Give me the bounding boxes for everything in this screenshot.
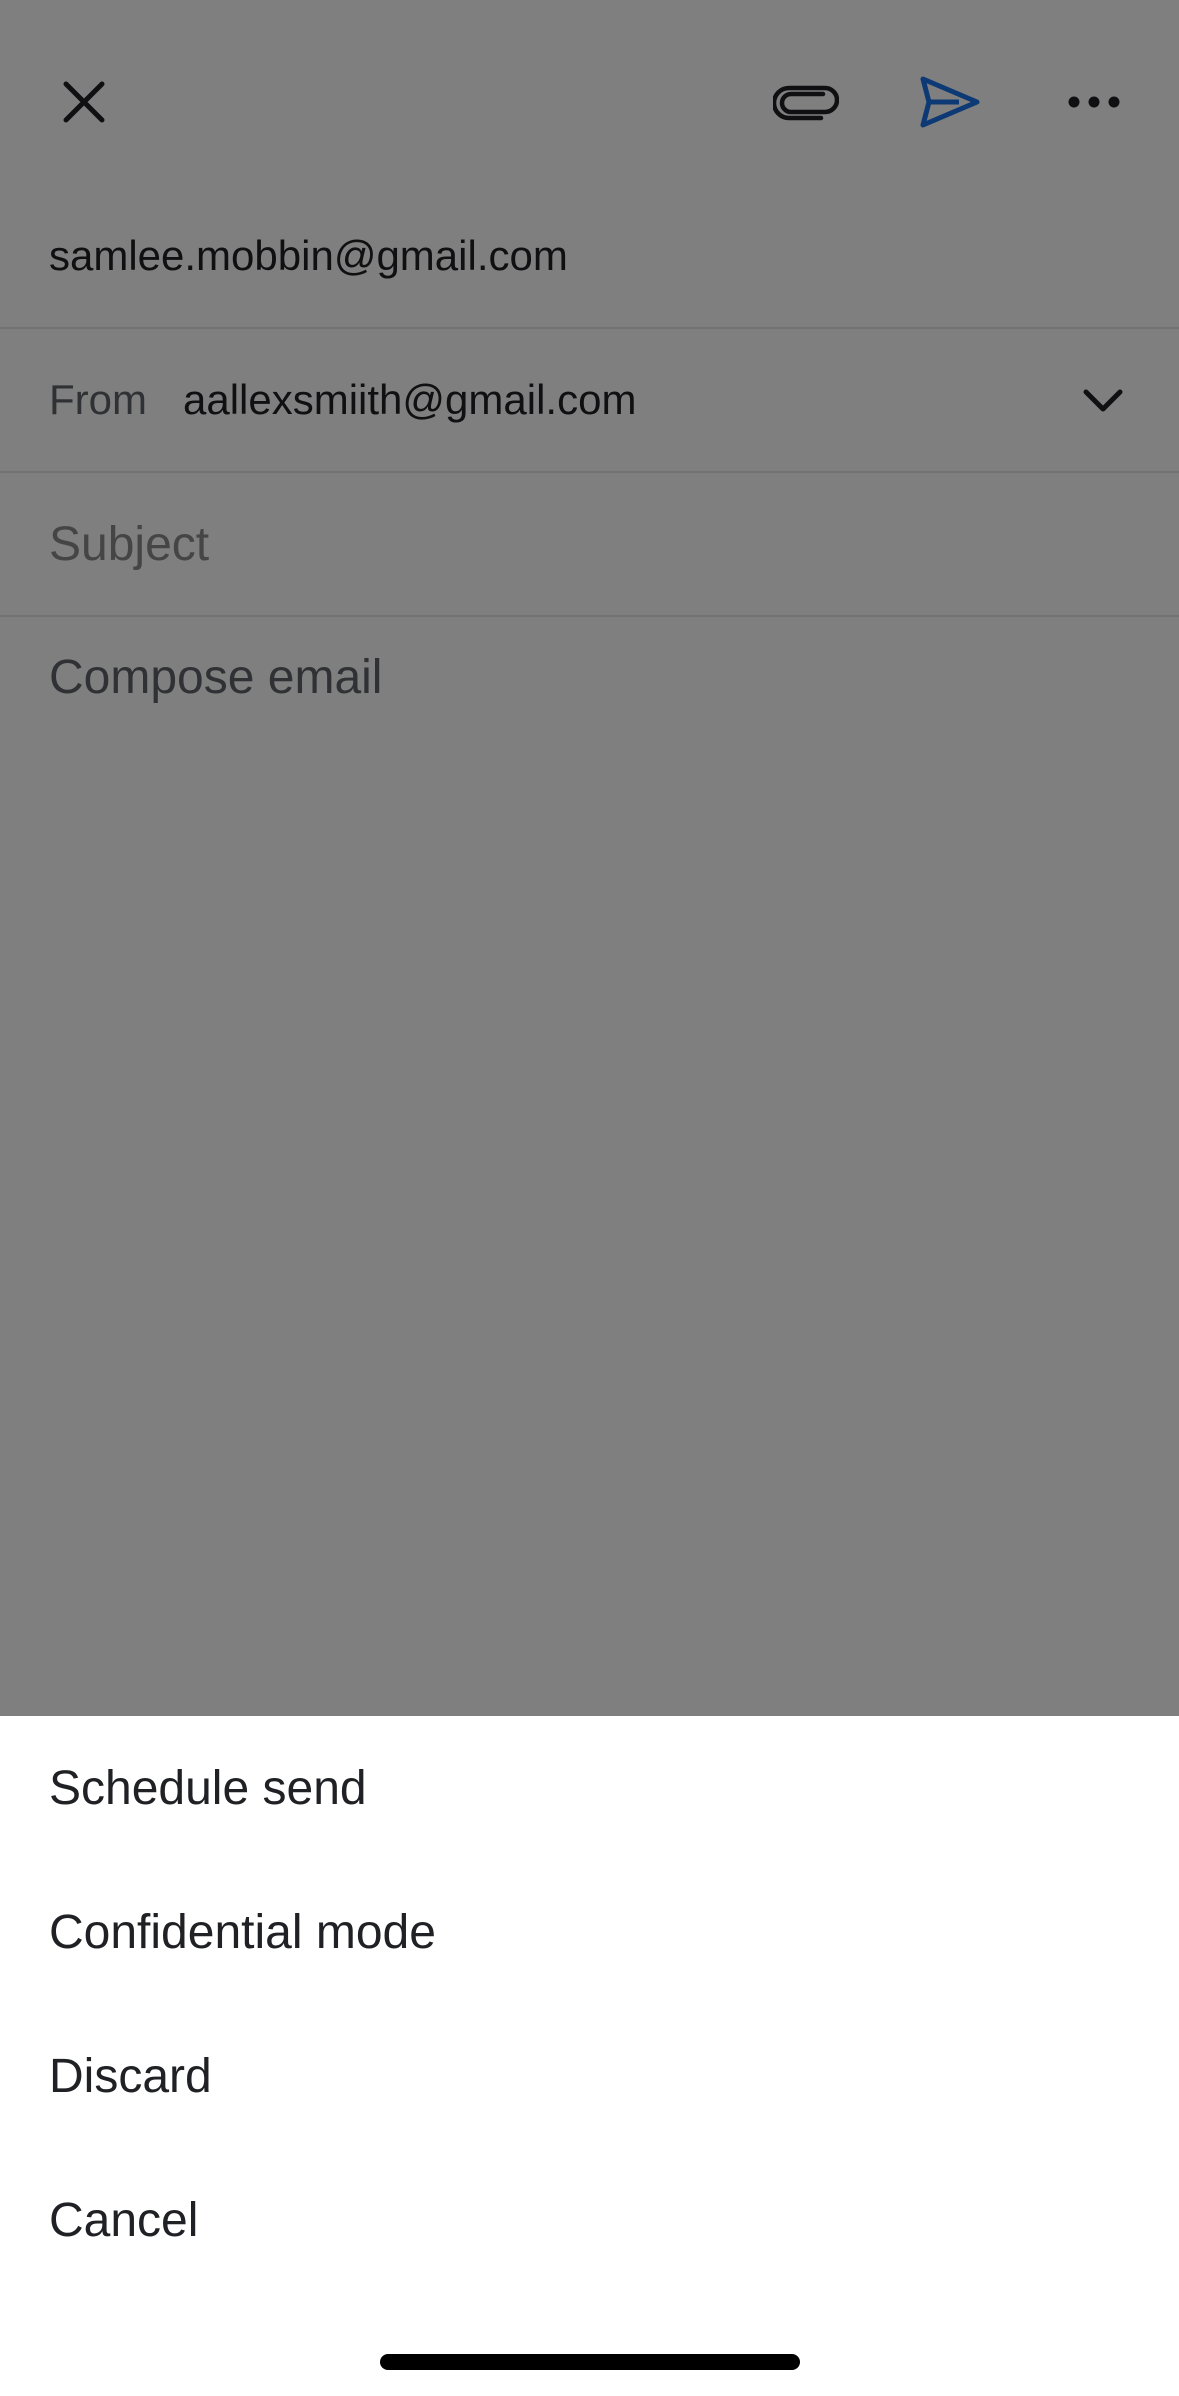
discard-option[interactable]: Discard xyxy=(0,2004,1179,2148)
cancel-option[interactable]: Cancel xyxy=(0,2148,1179,2292)
more-options-sheet: Schedule send Confidential mode Discard … xyxy=(0,1716,1179,2396)
schedule-send-option[interactable]: Schedule send xyxy=(0,1716,1179,1860)
modal-scrim[interactable] xyxy=(0,0,1179,1716)
confidential-mode-option[interactable]: Confidential mode xyxy=(0,1860,1179,2004)
home-indicator xyxy=(380,2354,800,2370)
